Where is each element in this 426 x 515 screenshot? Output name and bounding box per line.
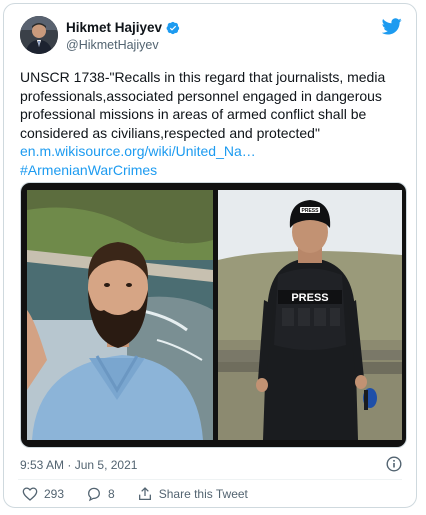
hashtag-link[interactable]: #ArmenianWarCrimes bbox=[20, 161, 410, 180]
tweet-text-line-3: professional missions in areas of armed … bbox=[20, 106, 367, 122]
meta-separator: · bbox=[67, 458, 72, 472]
author-name-row[interactable]: Hikmet Hajiyev bbox=[66, 20, 180, 35]
share-button[interactable]: Share this Tweet bbox=[137, 486, 248, 502]
divider bbox=[18, 479, 402, 480]
tweet-text-line-1: UNSCR 1738-"Recalls in this regard that … bbox=[20, 69, 386, 85]
like-button[interactable]: 293 bbox=[22, 486, 64, 502]
photo-selfie[interactable] bbox=[27, 190, 213, 440]
reply-bubble-icon bbox=[88, 487, 100, 502]
tweet-card[interactable]: Hikmet Hajiyev @HikmetHajiyev UNSCR 1738… bbox=[3, 3, 417, 508]
tweet-date[interactable]: Jun 5, 2021 bbox=[75, 458, 138, 472]
media-image[interactable]: PRESS PRESS bbox=[20, 182, 407, 448]
press-vest-label: PRESS bbox=[291, 292, 328, 304]
tweet-text-line-2: professionals,associated personnel engag… bbox=[20, 87, 382, 104]
share-label[interactable]: Share this Tweet bbox=[159, 487, 248, 501]
reply-count: 8 bbox=[108, 487, 115, 501]
tweet-timestamp[interactable]: 9:53 AM · Jun 5, 2021 bbox=[20, 458, 137, 472]
tweet-link[interactable]: en.m.wikisource.org/wiki/United_Na… bbox=[20, 142, 410, 161]
verified-badge-icon bbox=[166, 21, 180, 34]
tweet-text-line-4: considered as civilians,respected and pr… bbox=[20, 124, 320, 141]
twitter-bird-icon[interactable] bbox=[382, 18, 402, 35]
author-handle[interactable]: @HikmetHajiyev bbox=[66, 38, 159, 52]
photo-press-journalist[interactable]: PRESS PRESS bbox=[218, 190, 402, 440]
tweet-actions: 293 8 Share this Tweet bbox=[22, 486, 270, 502]
share-upload-icon bbox=[138, 487, 151, 500]
press-helmet-label: PRESS bbox=[302, 208, 320, 214]
reply-button[interactable]: 8 bbox=[86, 486, 115, 502]
tweet-time[interactable]: 9:53 AM bbox=[20, 458, 64, 472]
info-icon[interactable] bbox=[386, 456, 402, 472]
like-count: 293 bbox=[44, 487, 65, 501]
author-name[interactable]: Hikmet Hajiyev bbox=[66, 20, 162, 35]
heart-icon bbox=[22, 487, 38, 501]
tweet-text: UNSCR 1738-"Recalls in this regard that … bbox=[20, 68, 410, 179]
avatar[interactable] bbox=[20, 16, 58, 54]
